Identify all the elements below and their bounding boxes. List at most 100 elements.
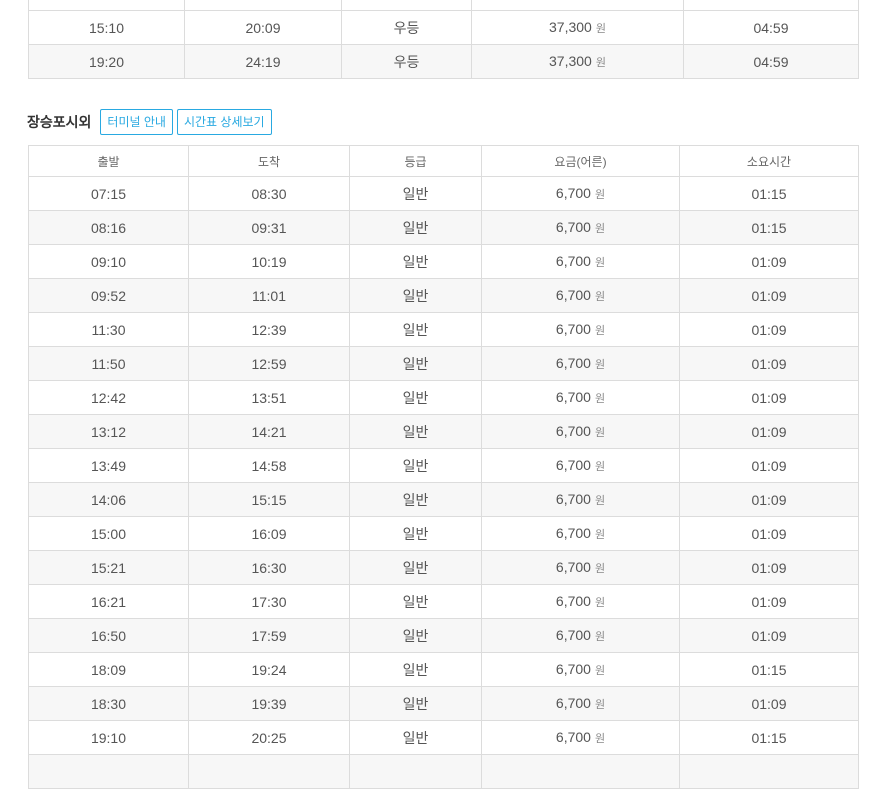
duration: 01:09	[679, 584, 859, 619]
section-title: 장승포시외	[27, 114, 92, 130]
top-timetable-body: 15:10 20:09 우등 37,300 원 04:59 19:20 24:19 우등 37,3…	[28, 0, 859, 79]
fare-cell: 6,700 원	[481, 482, 680, 517]
arrival-time	[188, 754, 350, 789]
arrival-time: 08:30	[188, 176, 350, 211]
fare-amount: 6,700	[555, 389, 591, 405]
fare-currency: 원	[594, 699, 606, 711]
arrival-time	[184, 0, 342, 11]
bus-grade: 일반	[349, 618, 482, 653]
bus-grade: 일반	[349, 482, 482, 517]
departure-time: 12:42	[28, 380, 189, 415]
fare-amount: 6,700	[555, 185, 591, 201]
departure-time	[28, 0, 185, 11]
fare-currency: 원	[594, 461, 606, 473]
table-row: 09:52 11:01 일반 6,700 원 01:09	[28, 278, 859, 313]
timetable-header: 출발 도착 등급 요금(어른) 소요시간	[28, 145, 859, 177]
fare-amount: 6,700	[555, 491, 591, 507]
departure-time: 08:16	[28, 210, 189, 245]
duration: 01:09	[679, 686, 859, 721]
table-row: 11:50 12:59 일반 6,700 원 01:09	[28, 346, 859, 381]
bus-grade: 일반	[349, 686, 482, 721]
fare-amount: 6,700	[555, 253, 591, 269]
fare-cell	[481, 754, 680, 789]
table-row: 15:21 16:30 일반 6,700 원 01:09	[28, 550, 859, 585]
terminal-info-button[interactable]: 터미널 안내	[100, 109, 173, 135]
bus-grade: 일반	[349, 516, 482, 551]
bus-grade: 우등	[341, 44, 472, 79]
fare-currency: 원	[594, 597, 606, 609]
fare-amount: 6,700	[555, 457, 591, 473]
bus-grade: 일반	[349, 312, 482, 347]
fare-amount: 6,700	[555, 661, 591, 677]
duration: 01:09	[679, 312, 859, 347]
arrival-time: 09:31	[188, 210, 350, 245]
fare-cell: 6,700 원	[481, 720, 680, 755]
duration: 01:09	[679, 278, 859, 313]
table-row: 14:06 15:15 일반 6,700 원 01:09	[28, 482, 859, 517]
bus-grade: 일반	[349, 176, 482, 211]
bus-grade: 일반	[349, 346, 482, 381]
table-row	[28, 0, 859, 11]
arrival-time: 17:30	[188, 584, 350, 619]
duration: 04:59	[683, 44, 859, 79]
fare-cell: 6,700 원	[481, 686, 680, 721]
header-fare: 요금(어른)	[481, 145, 680, 177]
duration	[679, 754, 859, 789]
header-duration: 소요시간	[679, 145, 859, 177]
fare-amount: 6,700	[555, 729, 591, 745]
fare-amount: 6,700	[555, 525, 591, 541]
arrival-time: 19:39	[188, 686, 350, 721]
duration: 01:15	[679, 210, 859, 245]
fare-cell: 6,700 원	[481, 448, 680, 483]
fare-cell: 6,700 원	[481, 346, 680, 381]
fare-currency: 원	[595, 57, 606, 69]
fare-amount: 37,300	[549, 53, 592, 69]
table-row: 13:49 14:58 일반 6,700 원 01:09	[28, 448, 859, 483]
top-timetable: 15:10 20:09 우등 37,300 원 04:59 19:20 24:19 우등 37,3…	[28, 0, 859, 79]
bus-grade: 일반	[349, 584, 482, 619]
departure-time: 15:21	[28, 550, 189, 585]
fare-cell: 6,700 원	[481, 414, 680, 449]
bus-grade: 일반	[349, 720, 482, 755]
table-row: 08:16 09:31 일반 6,700 원 01:15	[28, 210, 859, 245]
fare-currency: 원	[595, 23, 606, 35]
table-row: 19:10 20:25 일반 6,700 원 01:15	[28, 720, 859, 755]
arrival-time: 24:19	[184, 44, 342, 79]
duration: 01:09	[679, 244, 859, 279]
arrival-time: 16:30	[188, 550, 350, 585]
duration: 01:09	[679, 448, 859, 483]
bus-grade	[341, 0, 472, 11]
fare-cell: 6,700 원	[481, 550, 680, 585]
duration: 01:15	[679, 176, 859, 211]
table-row: 15:00 16:09 일반 6,700 원 01:09	[28, 516, 859, 551]
table-row: 16:50 17:59 일반 6,700 원 01:09	[28, 618, 859, 653]
duration: 01:09	[679, 380, 859, 415]
departure-time: 09:52	[28, 278, 189, 313]
fare-currency: 원	[594, 563, 606, 575]
table-row: 07:15 08:30 일반 6,700 원 01:15	[28, 176, 859, 211]
bus-grade: 일반	[349, 210, 482, 245]
table-row: 13:12 14:21 일반 6,700 원 01:09	[28, 414, 859, 449]
table-row: 18:09 19:24 일반 6,700 원 01:15	[28, 652, 859, 687]
fare-currency: 원	[594, 427, 606, 439]
departure-time: 19:10	[28, 720, 189, 755]
arrival-time: 17:59	[188, 618, 350, 653]
fare-amount: 6,700	[555, 287, 591, 303]
duration: 01:09	[679, 414, 859, 449]
fare-currency: 원	[594, 291, 606, 303]
table-row: 19:20 24:19 우등 37,300 원 04:59	[28, 44, 859, 79]
arrival-time: 15:15	[188, 482, 350, 517]
fare-amount: 6,700	[555, 627, 591, 643]
schedule-detail-button[interactable]: 시간표 상세보기	[176, 109, 272, 135]
departure-time: 15:10	[28, 10, 185, 45]
departure-time: 13:12	[28, 414, 189, 449]
bus-grade: 일반	[349, 550, 482, 585]
timetable: 출발 도착 등급 요금(어른) 소요시간 07:15 08:30 일반 6,700 원 0…	[28, 145, 859, 789]
fare-currency: 원	[594, 733, 606, 745]
fare-amount: 6,700	[555, 559, 591, 575]
departure-time: 18:09	[28, 652, 189, 687]
duration: 04:59	[683, 10, 859, 45]
timetable-body: 07:15 08:30 일반 6,700 원 01:15 08:16 09:31 일반 6,700…	[28, 176, 859, 789]
fare-cell: 37,300 원	[471, 10, 684, 45]
fare-currency: 원	[594, 257, 606, 269]
